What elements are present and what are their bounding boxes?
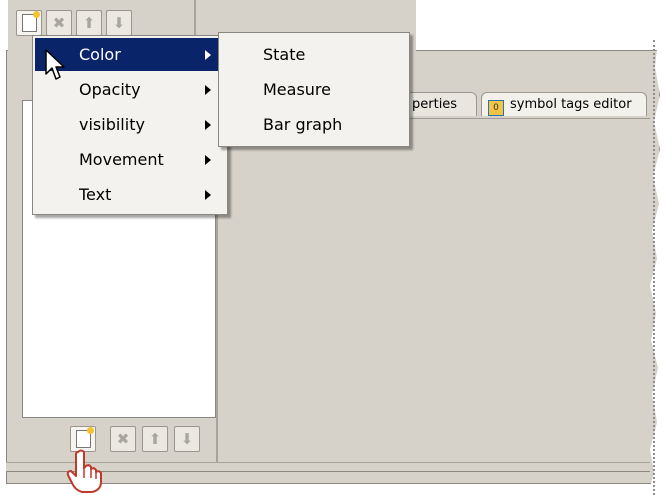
- submenu-arrow-icon: [205, 85, 211, 95]
- submenu-item-label: State: [263, 45, 306, 64]
- submenu-item-label: Bar graph: [263, 115, 343, 134]
- menu-item-label: Color: [79, 45, 121, 64]
- menu-item-label: Movement: [79, 150, 164, 169]
- submenu-arrow-icon: [205, 155, 211, 165]
- move-up-button[interactable]: ⬆: [142, 426, 168, 452]
- submenu-arrow-icon: [205, 50, 211, 60]
- menu-item-movement[interactable]: Movement: [35, 143, 223, 176]
- symbol-icon: 0: [488, 100, 504, 116]
- menu-item-text[interactable]: Text: [35, 178, 223, 211]
- arrow-up-icon: ⬆: [148, 430, 162, 448]
- move-down-button[interactable]: ⬇: [106, 10, 132, 36]
- mouse-pointer-icon: [45, 49, 65, 80]
- delete-button[interactable]: ✖: [110, 426, 136, 452]
- submenu-item-measure[interactable]: Measure: [221, 73, 405, 106]
- submenu-arrow-icon: [205, 120, 211, 130]
- new-document-icon: [21, 11, 40, 32]
- submenu-arrow-icon: [205, 190, 211, 200]
- menu-item-label: visibility: [79, 115, 145, 134]
- submenu-item-label: Measure: [263, 80, 331, 99]
- tab-bar: perties 0 symbol tags editor: [405, 90, 650, 119]
- tab-label: perties: [412, 97, 458, 112]
- menu-item-label: Text: [79, 185, 112, 204]
- menu-item-label: Opacity: [79, 80, 141, 99]
- delete-icon: ✖: [52, 14, 66, 32]
- tab-properties[interactable]: perties: [405, 92, 477, 116]
- arrow-down-icon: ⬇: [112, 14, 126, 32]
- submenu-item-state[interactable]: State: [221, 38, 405, 71]
- menu-item-visibility[interactable]: visibility: [35, 108, 223, 141]
- color-submenu: State Measure Bar graph: [218, 32, 410, 147]
- new-item-button[interactable]: [16, 10, 42, 36]
- bottom-toolbar: ✖ ⬆ ⬇: [22, 418, 216, 462]
- hand-cursor-icon: [66, 449, 102, 493]
- move-down-button[interactable]: ⬇: [174, 426, 200, 452]
- arrow-up-icon: ⬆: [82, 14, 96, 32]
- torn-edge-outline: [650, 40, 655, 495]
- arrow-down-icon: ⬇: [180, 430, 194, 448]
- tab-label: symbol tags editor: [510, 97, 632, 112]
- delete-button[interactable]: ✖: [46, 10, 72, 36]
- submenu-item-bar-graph[interactable]: Bar graph: [221, 108, 405, 141]
- tab-symbol-tags-editor[interactable]: 0 symbol tags editor: [481, 92, 647, 116]
- delete-icon: ✖: [116, 430, 130, 448]
- new-document-icon: [75, 427, 94, 448]
- move-up-button[interactable]: ⬆: [76, 10, 102, 36]
